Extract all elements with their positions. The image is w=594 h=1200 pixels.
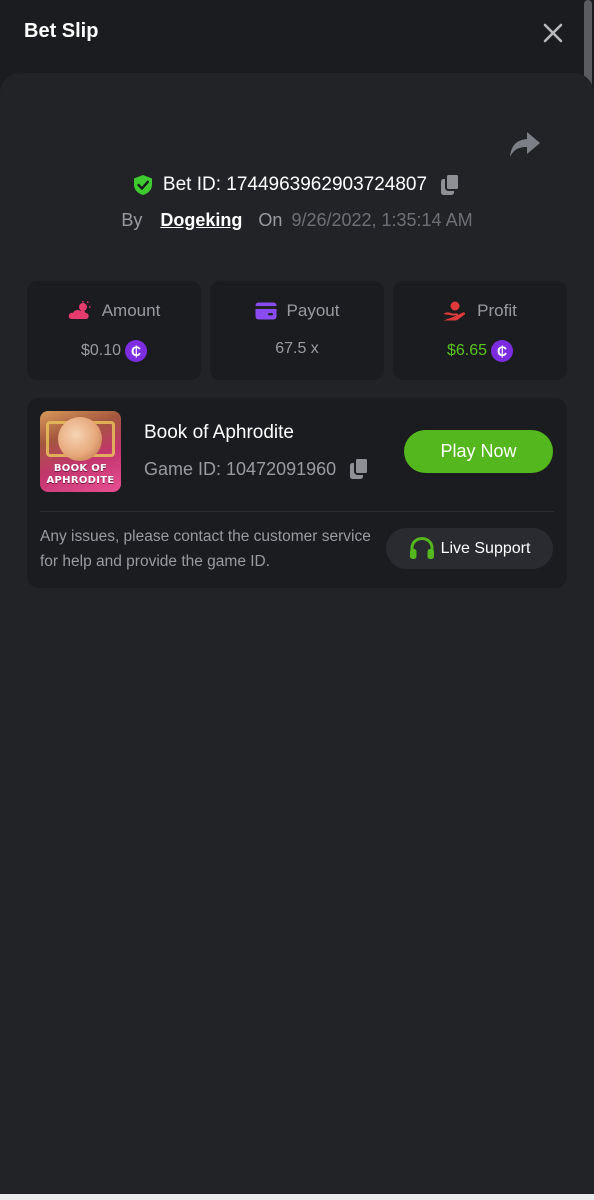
cloud-sun-icon — [68, 301, 91, 319]
thumbnail-title-line1: BOOK OF — [53, 463, 108, 474]
payout-value: 67.5 x — [275, 340, 319, 357]
bet-id-row: Bet ID: 1744963962903724807 — [0, 170, 594, 200]
header-bar: Bet Slip — [0, 0, 594, 68]
wallet-card-icon — [255, 302, 277, 320]
page-title: Bet Slip — [24, 20, 99, 42]
amount-label: Amount — [101, 301, 161, 320]
thumbnail-portrait — [58, 417, 102, 461]
username-link[interactable]: Dogeking — [160, 210, 242, 231]
payout-label: Payout — [286, 301, 340, 320]
bet-detail-panel — [0, 73, 594, 1195]
profit-value: $6.65 — [446, 342, 488, 359]
amount-card: Amount $0.10 ₵ — [27, 281, 201, 380]
share-button[interactable] — [508, 130, 542, 160]
live-support-label: Live Support — [440, 539, 531, 557]
coin-icon: ₵ — [491, 340, 514, 362]
by-label: By — [121, 209, 143, 230]
game-id-row: Game ID: 10472091960 — [144, 457, 370, 481]
bottom-edge — [0, 1194, 594, 1200]
thumbnail-title-line2: APHRODITE — [46, 475, 115, 486]
bet-meta-row: By Dogeking On 9/26/2022, 1:35:14 AM — [0, 206, 594, 234]
bet-date: 9/26/2022, 1:35:14 AM — [291, 209, 473, 230]
game-card: BOOK OF APHRODITE Book of Aphrodite Game… — [27, 398, 567, 588]
bet-id: Bet ID: 1744963962903724807 — [162, 174, 428, 195]
shield-check-icon — [133, 175, 152, 195]
on-label: On — [258, 209, 283, 230]
share-icon — [510, 132, 540, 157]
game-id: Game ID: 10472091960 — [144, 458, 337, 479]
game-name: Book of Aphrodite — [144, 422, 294, 443]
close-button[interactable] — [537, 17, 569, 49]
live-support-button[interactable]: Live Support — [386, 528, 553, 569]
payout-card: Payout 67.5 x — [210, 281, 384, 380]
game-thumbnail[interactable]: BOOK OF APHRODITE — [40, 411, 121, 492]
amount-value: $0.10 — [80, 342, 122, 359]
hand-user-icon — [443, 301, 466, 321]
divider — [40, 511, 554, 512]
profit-label: Profit — [477, 301, 517, 320]
coin-icon: ₵ — [125, 340, 148, 362]
support-notice: Any issues, please contact the customer … — [40, 528, 371, 570]
close-icon — [543, 23, 563, 43]
headset-icon — [409, 536, 434, 559]
profit-card: Profit $6.65 ₵ — [393, 281, 567, 380]
copy-icon[interactable] — [439, 173, 461, 197]
copy-icon[interactable] — [348, 457, 370, 481]
play-now-button[interactable]: Play Now — [404, 430, 553, 473]
